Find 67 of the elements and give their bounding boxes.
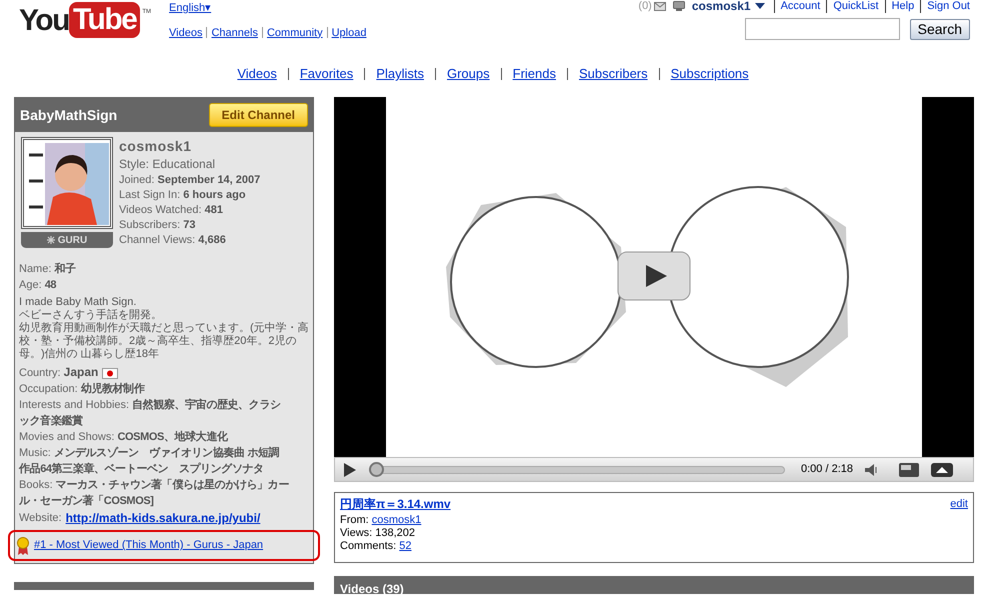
nav-link[interactable]: Upload [332,24,366,41]
message-count: (0) [638,0,652,14]
from-label: From: [340,514,369,527]
profile-field: Age: 48 [19,278,309,293]
nav-link[interactable]: Playlists [376,64,424,84]
award-ribbon-icon [16,536,30,554]
username-link[interactable]: cosmosk1 [692,0,751,15]
profile-field: Country: Japan [19,364,98,381]
progress-thumb[interactable] [369,462,384,477]
stat-text: Subscribers: 73 [119,218,196,233]
account-link[interactable]: QuickList [833,0,879,14]
field-value: ル・セーガン著「COSMOS] [19,494,154,509]
nav-link[interactable]: Channels [211,24,258,41]
author-link[interactable]: cosmosk1 [372,514,422,527]
search-button[interactable]: Search [910,18,970,40]
language-link[interactable]: English▾ [169,0,212,16]
nav-link[interactable]: Videos [237,64,277,84]
video-player[interactable] [334,97,974,457]
stat-text: Joined: September 14, 2007 [119,173,260,188]
edit-link[interactable]: edit [950,498,968,511]
video-title-link[interactable]: 円周率π＝3.14.wmv [340,498,451,511]
star-icon [46,236,55,244]
profile-field: Interests and Hobbies: 自然観察、宇宙の歴史、クラシ [19,398,309,413]
nav-link[interactable]: Favorites [300,64,354,84]
account-link[interactable]: Account [780,0,820,14]
fullscreen-icon[interactable] [931,462,953,476]
monitor-icon[interactable] [672,1,685,11]
progress-track[interactable] [369,462,785,477]
profile-field: Music: メンデルスゾーン ヴァイオリン協奏曲 ホ短調 [19,446,309,461]
nav-link[interactable]: Friends [512,64,556,84]
profile-field: Movies and Shows: COSMOS、地球大進化 [19,430,309,445]
channel-title: BabyMathSign [20,106,118,125]
stat-text: Last Sign In: 6 hours ago [119,188,247,203]
nav-link[interactable]: Subscribers [578,64,648,84]
badge-label: GURU [58,234,88,248]
comments-label: Comments: [340,540,396,553]
volume-icon[interactable] [865,464,879,476]
account-link[interactable]: Help [892,0,914,14]
nav-link[interactable]: Subscriptions [670,64,749,84]
channel-username: cosmosk1 [119,137,192,155]
search-field[interactable] [744,18,900,40]
field-value: 作品64第三楽章、ベートーベン スプリングソナタ [19,462,264,477]
profile-field: Name: 和子 [19,262,309,277]
stat-text: Channel Views: 4,686 [119,233,227,248]
flag-icon [102,368,118,379]
play-icon[interactable] [344,462,356,476]
window-size-icon[interactable] [899,462,919,476]
channel-style: Style: Educational [119,156,216,173]
time-display: 0:00 / 2:18 [801,462,853,478]
views-text: Views: 138,202 [340,527,416,540]
comments-link[interactable]: 52 [399,540,412,553]
nav-link[interactable]: Community [266,24,323,41]
caret-icon[interactable] [754,3,765,9]
bio-text: I made Baby Math Sign. ベビーさんすう手話を開発。 幼児教育用動画制作が天職だと思っています。(元中学・高校・塾・予備校講師。2歳～高卒生、指導歴20年。2児の母。)信州の 山暮らし歴18年 [19,296,309,361]
award-link[interactable]: #1 - Most Viewed (This Month) - Gurus - Japan [34,537,264,554]
nav-link[interactable]: Groups [446,64,490,84]
website-link[interactable]: http://math-kids.sakura.ne.jp/yubi/ [66,510,260,526]
profile-field: Occupation: 幼児教材制作 [19,382,309,397]
stat-text: Videos Watched: 481 [119,203,224,218]
mail-icon[interactable] [654,2,666,10]
field-value: ック音楽鑑賞 [19,414,83,429]
account-link[interactable]: Sign Out [927,0,970,14]
profile-field: Books: マーカス・チャウン著「僕らは星のかけら」カー [19,478,309,493]
nav-link[interactable]: Videos [169,24,202,41]
edit-channel-button[interactable]: Edit Channel [208,103,308,127]
field-label: Website: [19,511,62,526]
play-icon[interactable] [617,251,691,301]
